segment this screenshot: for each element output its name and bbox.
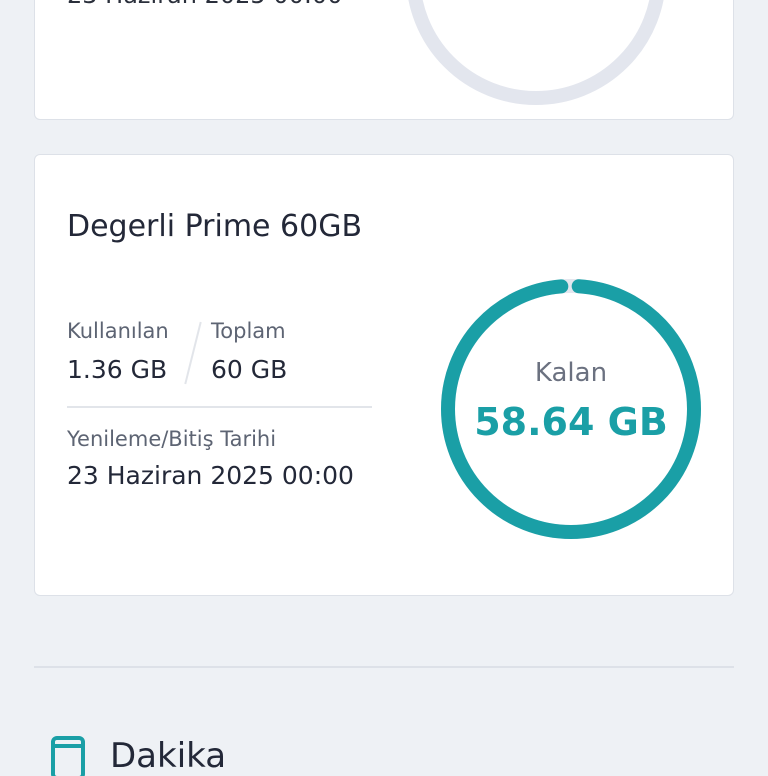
remaining-label: Kalan — [534, 358, 608, 388]
divider — [67, 406, 372, 408]
renewal-label: Yenileme/Bitiş Tarihi — [67, 427, 277, 451]
used-label: Kullanılan — [67, 319, 169, 343]
separator-slash — [184, 321, 202, 385]
remaining-value: 58.64 GB — [474, 400, 668, 444]
phone-icon — [51, 736, 85, 776]
package-card[interactable]: Degerli Prime 60GB Kullanılan Toplam 1.3… — [34, 154, 734, 596]
renewal-date-value: 23 Haziran 2025 00:00 — [67, 461, 354, 490]
section-title: Dakika — [110, 736, 227, 776]
renewal-date-value: 23 Haziran 2025 00:00 — [67, 0, 342, 9]
used-value: 1.36 GB — [67, 355, 168, 384]
total-value: 60 GB — [211, 355, 288, 384]
total-label: Toplam — [211, 319, 286, 343]
previous-usage-ring — [408, 0, 664, 105]
section-divider — [34, 666, 734, 668]
package-title: Degerli Prime 60GB — [67, 209, 363, 244]
